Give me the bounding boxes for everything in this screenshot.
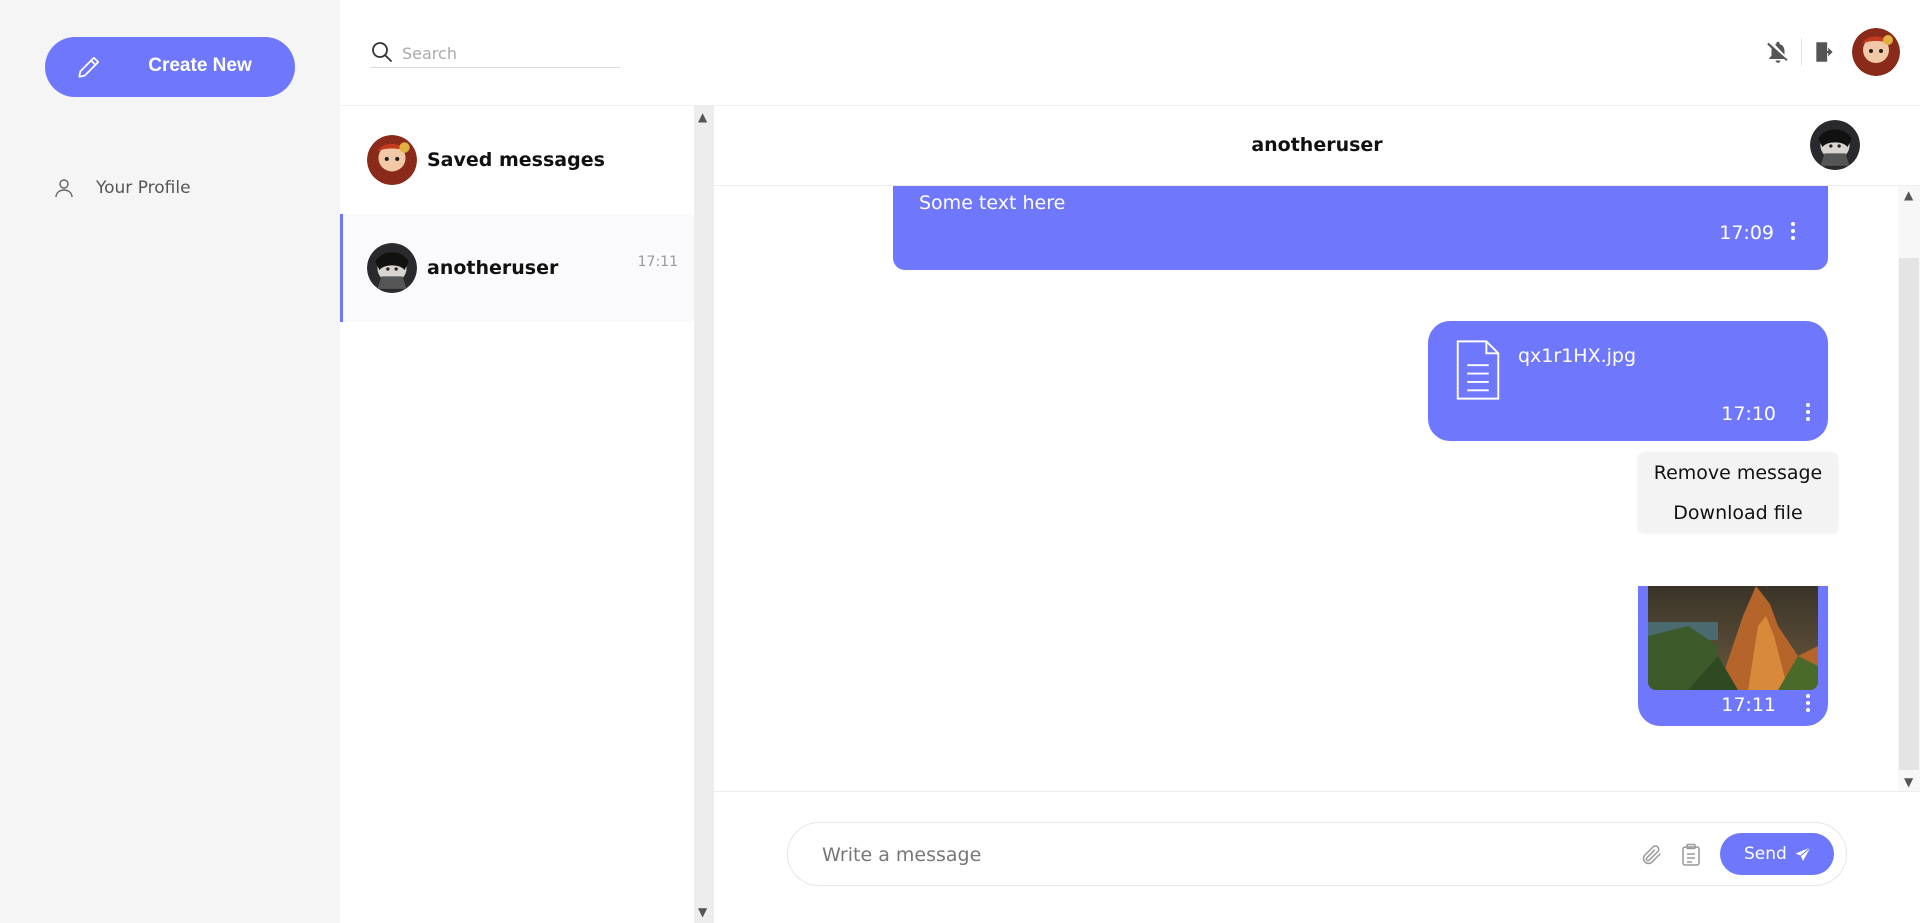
chat-item-saved-messages[interactable]: Saved messages (340, 106, 694, 214)
scrollbar-thumb[interactable] (1899, 258, 1919, 770)
conversation-panel: anotheruser Some text here 17:09 qx1r1HX… (714, 106, 1920, 923)
message-image[interactable] (1648, 586, 1818, 690)
kebab-icon[interactable] (1805, 694, 1811, 716)
user-avatar[interactable] (1852, 28, 1900, 76)
conversation-title: anotheruser (1251, 134, 1383, 156)
chat-item-anotheruser[interactable]: anotheruser 17:11 (340, 214, 694, 322)
search-box (370, 40, 620, 68)
header-divider (1801, 38, 1802, 66)
message-context-menu: Remove message Download file (1638, 452, 1838, 532)
message-bubble-file: qx1r1HX.jpg 17:10 (1428, 321, 1828, 441)
document-icon[interactable] (1452, 339, 1504, 401)
saved-messages-avatar (367, 135, 417, 185)
message-bubble-image: 17:11 (1638, 586, 1828, 726)
paperclip-icon[interactable] (1640, 843, 1664, 867)
left-sidebar: Create New Your Profile (0, 0, 340, 923)
top-header (340, 0, 1920, 106)
message-text: Some text here (919, 192, 1066, 214)
chat-time: 17:11 (637, 254, 678, 270)
message-area: Some text here 17:09 qx1r1HX.jpg 17:10 1… (714, 186, 1898, 791)
message-composer: Send (787, 822, 1847, 886)
create-new-button[interactable]: Create New (45, 37, 295, 97)
scroll-up-icon[interactable]: ▲ (698, 110, 707, 124)
chat-list: Saved messages anotheruser 17:11 (340, 106, 694, 923)
paper-plane-icon (1795, 847, 1811, 861)
search-input[interactable] (402, 42, 617, 64)
kebab-icon[interactable] (1790, 222, 1796, 244)
kebab-icon[interactable] (1805, 403, 1811, 425)
bell-off-icon[interactable] (1765, 39, 1791, 65)
clipboard-icon[interactable] (1680, 843, 1702, 867)
composer-area: Send (714, 791, 1920, 923)
download-file-item[interactable]: Download file (1638, 502, 1838, 524)
message-time: 17:09 (1719, 222, 1774, 244)
your-profile-link[interactable]: Your Profile (52, 176, 191, 200)
logout-icon[interactable] (1812, 39, 1838, 65)
chat-name: anotheruser (427, 257, 559, 279)
message-bubble-text: Some text here 17:09 (893, 186, 1828, 270)
message-input[interactable] (822, 841, 1602, 869)
your-profile-label: Your Profile (96, 178, 191, 198)
search-icon (372, 42, 392, 62)
pencil-icon (78, 56, 100, 78)
remove-message-item[interactable]: Remove message (1638, 462, 1838, 484)
chat-list-scrollbar[interactable]: ▲ ▼ (694, 106, 714, 923)
send-button[interactable]: Send (1720, 833, 1834, 875)
file-name[interactable]: qx1r1HX.jpg (1518, 345, 1636, 367)
message-scrollbar[interactable]: ▲ ▼ (1898, 186, 1920, 791)
scroll-down-icon[interactable]: ▼ (1904, 775, 1913, 789)
message-time: 17:10 (1721, 403, 1776, 425)
conversation-header: anotheruser (714, 106, 1920, 186)
scroll-down-icon[interactable]: ▼ (698, 905, 707, 919)
message-time: 17:11 (1721, 694, 1776, 716)
create-new-label: Create New (148, 55, 252, 76)
scroll-up-icon[interactable]: ▲ (1904, 188, 1913, 202)
anotheruser-avatar (367, 243, 417, 293)
send-label: Send (1744, 844, 1787, 864)
header-actions (1765, 28, 1900, 76)
chat-name: Saved messages (427, 149, 605, 171)
contact-avatar[interactable] (1810, 120, 1860, 170)
user-icon (55, 179, 73, 198)
